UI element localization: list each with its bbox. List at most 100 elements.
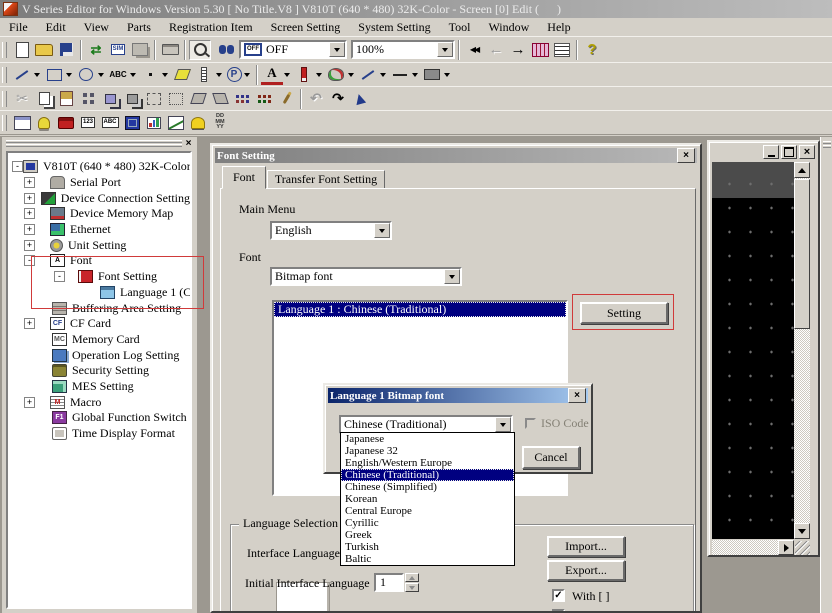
zoom-level-combo[interactable]: 100% — [351, 40, 455, 59]
display-mode-combo[interactable]: OFF OFF — [239, 40, 347, 59]
dialog-close-button[interactable]: × — [677, 148, 695, 163]
minimize-button[interactable] — [763, 145, 779, 159]
screen-menu-strip[interactable] — [712, 162, 794, 198]
print-button[interactable] — [159, 40, 181, 60]
tree-item-v810t[interactable]: - V810T (640 * 480) 32K-Color — [8, 159, 190, 175]
scroll-up-button[interactable] — [794, 162, 810, 178]
panel-gripper[interactable] — [823, 141, 831, 144]
tree-item-buffering-area[interactable]: Buffering Area Setting — [8, 300, 190, 316]
numeric-display-button[interactable]: 123 — [77, 113, 99, 133]
tree-item-security[interactable]: Security Setting — [8, 363, 190, 379]
open-button[interactable] — [33, 40, 55, 60]
chevron-down-icon[interactable] — [162, 73, 168, 77]
time-display-button[interactable]: DD MM YY — [209, 113, 231, 133]
tree-expander[interactable]: - — [24, 255, 35, 266]
redo-button[interactable]: ↷ — [327, 89, 349, 109]
alarm-part-button[interactable] — [187, 113, 209, 133]
dropdown-option-baltic[interactable]: Baltic — [341, 553, 514, 565]
menu-window[interactable]: Window — [479, 19, 538, 36]
tree-expander[interactable]: + — [24, 397, 35, 408]
toolbar-gripper[interactable] — [2, 91, 7, 107]
palette-button[interactable] — [325, 65, 347, 85]
align-grid-button[interactable] — [231, 89, 253, 109]
zoom-tool-button[interactable] — [189, 40, 211, 60]
dot-tool-button[interactable] — [139, 65, 161, 85]
send-back-button[interactable] — [121, 89, 143, 109]
tree-item-operation-log[interactable]: Operation Log Setting — [8, 347, 190, 363]
dropdown-option-central-europe[interactable]: Central Europe — [341, 505, 514, 517]
tree-item-serial-port[interactable]: + Serial Port — [8, 175, 190, 191]
resize-grip[interactable] — [795, 541, 810, 555]
rotate-left-button[interactable] — [187, 89, 209, 109]
tree-item-global-function-switch[interactable]: F1 Global Function Switch — [8, 410, 190, 426]
char-display-button[interactable]: ABC — [99, 113, 121, 133]
tree-item-memory-card[interactable]: MC Memory Card — [8, 332, 190, 348]
tree-item-font[interactable]: - A Font — [8, 253, 190, 269]
dropdown-option-japanese[interactable]: Japanese — [341, 433, 514, 445]
dropdown-option-cyrillic[interactable]: Cyrillic — [341, 517, 514, 529]
dropdown-option-turkish[interactable]: Turkish — [341, 541, 514, 553]
next-screen-button[interactable]: → — [507, 40, 529, 60]
dropdown-option-chinese-traditional[interactable]: Chinese (Traditional) — [341, 469, 514, 481]
menu-view[interactable]: View — [75, 19, 118, 36]
iso-code-checkbox[interactable] — [525, 418, 536, 429]
copy-button[interactable] — [33, 89, 55, 109]
chevron-down-icon[interactable] — [412, 73, 418, 77]
bring-front-button[interactable] — [99, 89, 121, 109]
pin-button[interactable] — [275, 89, 297, 109]
panel-close-button[interactable]: × — [182, 137, 195, 149]
circle-tool-button[interactable] — [75, 65, 97, 85]
cut-button[interactable]: ✂ — [11, 89, 33, 109]
menu-help[interactable]: Help — [538, 19, 579, 36]
toolbar-gripper[interactable] — [2, 115, 7, 131]
previous-screen-button[interactable]: ← — [485, 40, 507, 60]
copy-screen-button[interactable] — [129, 40, 151, 60]
menu-tool[interactable]: Tool — [440, 19, 480, 36]
zoom-level-dropdown-button[interactable] — [437, 42, 453, 57]
tree-expander[interactable]: - — [12, 161, 23, 172]
align-grid2-button[interactable] — [253, 89, 275, 109]
tree-expander[interactable]: - — [54, 271, 65, 282]
display-mode-dropdown-button[interactable] — [329, 42, 345, 57]
line-width-button[interactable] — [389, 65, 411, 85]
tab-transfer-font-setting[interactable]: Transfer Font Setting — [267, 170, 385, 189]
fill-style-button[interactable] — [421, 65, 443, 85]
screen-list-button[interactable] — [529, 40, 551, 60]
chevron-down-icon[interactable] — [130, 73, 136, 77]
cancel-button[interactable]: Cancel — [522, 446, 580, 469]
dropdown-option-chinese-simplified[interactable]: Chinese (Simplified) — [341, 481, 514, 493]
dropdown-option-japanese32[interactable]: Japanese 32 — [341, 445, 514, 457]
tree-item-font-setting[interactable]: - Font Setting — [8, 269, 190, 285]
tree-item-device-memory-map[interactable]: + Device Memory Map — [8, 206, 190, 222]
parts-tool-button[interactable]: P — [225, 65, 243, 85]
chevron-down-icon[interactable] — [380, 73, 386, 77]
scroll-right-button[interactable] — [778, 540, 794, 555]
item-list-button[interactable] — [551, 40, 573, 60]
scale-tool-button[interactable] — [193, 65, 215, 85]
lamp-part-button[interactable] — [33, 113, 55, 133]
tree-expander[interactable]: + — [24, 177, 35, 188]
tree-item-ethernet[interactable]: + Ethernet — [8, 222, 190, 238]
vertical-scrollbar[interactable] — [794, 162, 810, 539]
tab-font[interactable]: Font — [222, 166, 266, 189]
tree-item-time-display-format[interactable]: Time Display Format — [8, 426, 190, 442]
paste-button[interactable] — [55, 89, 77, 109]
preview-button[interactable] — [211, 40, 233, 60]
line-style-button[interactable] — [357, 65, 379, 85]
tree-expander[interactable]: + — [24, 193, 35, 204]
save-button[interactable] — [55, 40, 77, 60]
screen-block-button[interactable] — [11, 113, 33, 133]
chevron-down-icon[interactable] — [284, 73, 290, 77]
chevron-down-icon[interactable] — [244, 73, 250, 77]
rotate-right-button[interactable] — [209, 89, 231, 109]
line-tool-button[interactable] — [11, 65, 33, 85]
tree-expander[interactable]: + — [24, 240, 35, 251]
menu-system-setting[interactable]: System Setting — [349, 19, 439, 36]
chevron-down-icon[interactable] — [444, 73, 450, 77]
rectangle-tool-button[interactable] — [43, 65, 65, 85]
paint-tool-button[interactable] — [171, 65, 193, 85]
chevron-down-icon[interactable] — [316, 73, 322, 77]
horizontal-scrollbar[interactable] — [712, 540, 794, 555]
toolbar-gripper[interactable] — [2, 67, 7, 83]
maximize-button[interactable] — [781, 145, 797, 159]
